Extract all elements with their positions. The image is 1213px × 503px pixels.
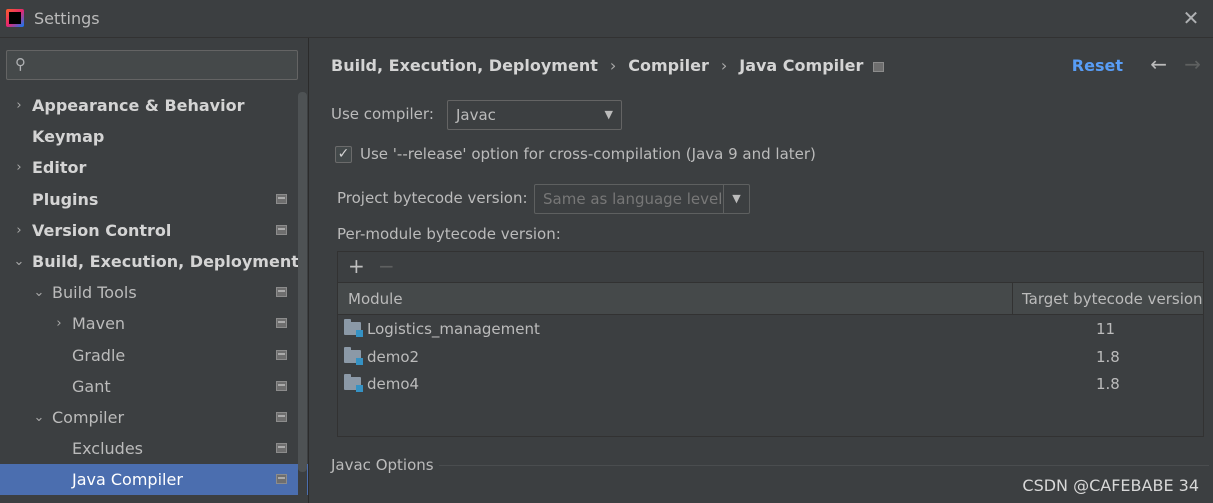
breadcrumb: Build, Execution, Deployment › Compiler › Ja…	[331, 56, 885, 75]
sidebar-item-version-control[interactable]: › Version Control	[0, 215, 296, 246]
table-row[interactable]: demo2 1.8	[338, 343, 1203, 371]
project-scope-icon	[276, 318, 287, 329]
sidebar-item-label: Build Tools	[52, 283, 137, 303]
reset-button[interactable]: Reset	[1072, 56, 1123, 75]
chevron-down-icon[interactable]: ⌄	[32, 277, 46, 308]
remove-icon[interactable]: −	[378, 254, 395, 278]
sidebar-item-label: Version Control	[32, 220, 172, 240]
target-version-cell[interactable]: 1.8	[1096, 343, 1120, 371]
chevron-right-icon[interactable]: ›	[12, 90, 26, 121]
breadcrumb-separator: ›	[720, 56, 728, 75]
settings-sidebar: ⚲ › Appearance & Behavior Keymap › Editor Plu…	[0, 38, 308, 503]
project-scope-icon	[276, 224, 287, 235]
project-scope-icon	[276, 349, 287, 360]
window-title: Settings	[34, 9, 100, 28]
use-compiler-select[interactable]: Javac ▼	[447, 100, 622, 130]
sidebar-item-label: Build, Execution, Deployment	[32, 252, 299, 271]
table-row[interactable]: demo4 1.8	[338, 370, 1203, 398]
javac-options-title: Javac Options	[331, 456, 434, 474]
breadcrumb-java-compiler: Java Compiler	[739, 56, 864, 75]
breadcrumb-compiler[interactable]: Compiler	[628, 56, 709, 75]
sidebar-item-label: Plugins	[32, 189, 99, 209]
chevron-down-icon: ▼	[604, 108, 613, 121]
sidebar-item-keymap[interactable]: Keymap	[0, 121, 296, 152]
sidebar-item-gant[interactable]: Gant	[0, 371, 296, 402]
table-header: Module Target bytecode version	[338, 283, 1203, 315]
close-button[interactable]: ✕	[1179, 6, 1203, 30]
checkmark-icon: ✓	[337, 146, 350, 162]
project-bytecode-select[interactable]: Same as language level ▼	[534, 184, 750, 214]
chevron-down-icon[interactable]: ⌄	[32, 402, 46, 433]
sidebar-item-appearance-behavior[interactable]: › Appearance & Behavior	[0, 90, 296, 121]
sidebar-item-label: Excludes	[72, 439, 144, 459]
project-scope-icon	[276, 412, 287, 422]
sidebar-item-excludes[interactable]: Excludes	[0, 433, 296, 464]
sidebar-item-gradle[interactable]: Gradle	[0, 340, 296, 371]
project-scope-icon	[276, 193, 287, 204]
use-compiler-label: Use compiler:	[331, 105, 434, 123]
sidebar-item-java-compiler[interactable]: Java Compiler	[0, 464, 308, 496]
module-folder-icon	[344, 374, 363, 392]
project-scope-icon	[276, 443, 287, 454]
sidebar-item-label: Compiler	[52, 408, 125, 427]
add-icon[interactable]: +	[348, 254, 365, 278]
column-header-target-version[interactable]: Target bytecode version	[1022, 283, 1203, 315]
project-scope-icon	[276, 287, 287, 298]
release-option-checkbox[interactable]: ✓	[335, 146, 352, 163]
chevron-right-icon[interactable]: ›	[52, 308, 66, 339]
sidebar-item-plugins[interactable]: Plugins	[0, 184, 296, 215]
project-bytecode-label: Project bytecode version:	[337, 189, 528, 207]
table-toolbar: + −	[338, 252, 1203, 283]
search-icon: ⚲	[15, 55, 26, 73]
project-scope-icon	[873, 61, 885, 72]
sidebar-item-label: Gant	[72, 376, 111, 396]
sidebar-item-compiler[interactable]: ⌄ Compiler	[0, 402, 296, 433]
per-module-label: Per-module bytecode version:	[337, 225, 561, 243]
sidebar-scrollbar-thumb[interactable]	[298, 92, 307, 472]
watermark: CSDN @CAFEBABE 34	[1022, 476, 1199, 495]
per-module-table: + − Module Target bytecode version Logis…	[337, 251, 1204, 437]
chevron-right-icon[interactable]: ›	[12, 152, 26, 183]
sidebar-item-maven[interactable]: › Maven	[0, 308, 296, 339]
column-divider[interactable]	[1012, 283, 1013, 315]
module-folder-icon	[344, 319, 363, 337]
sidebar-item-label: Java Compiler	[72, 470, 183, 490]
forward-arrow-icon[interactable]: →	[1184, 52, 1201, 76]
chevron-down-icon: ▼	[723, 185, 749, 213]
module-name-cell: Logistics_management	[367, 320, 540, 338]
chevron-down-icon[interactable]: ⌄	[12, 246, 26, 277]
target-version-cell[interactable]: 11	[1096, 315, 1115, 343]
search-input[interactable]: ⚲	[6, 50, 298, 80]
project-bytecode-value: Same as language level	[543, 190, 723, 208]
sidebar-item-label: Gradle	[72, 345, 126, 365]
breadcrumb-build-execution-deployment[interactable]: Build, Execution, Deployment	[331, 56, 598, 75]
project-scope-icon	[276, 474, 287, 485]
title-bar: Settings ✕	[0, 0, 1213, 38]
use-compiler-value: Javac	[456, 106, 496, 124]
module-folder-icon	[344, 346, 363, 365]
sidebar-item-build-tools[interactable]: ⌄ Build Tools	[0, 277, 296, 308]
sidebar-item-label: Maven	[72, 314, 126, 334]
settings-content: Build, Execution, Deployment › Compiler › Ja…	[308, 38, 1213, 503]
project-scope-icon	[276, 380, 287, 391]
back-arrow-icon[interactable]: ←	[1150, 52, 1167, 76]
intellij-logo-icon	[6, 9, 24, 27]
sidebar-item-label: Editor	[32, 158, 87, 178]
section-divider	[439, 465, 1209, 466]
column-header-module[interactable]: Module	[348, 283, 403, 315]
sidebar-item-label: Appearance & Behavior	[32, 96, 245, 115]
sidebar-item-editor[interactable]: › Editor	[0, 152, 296, 183]
module-name-cell: demo4	[367, 375, 420, 393]
table-row[interactable]: Logistics_management 11	[338, 315, 1203, 343]
module-name-cell: demo2	[367, 347, 420, 366]
target-version-cell[interactable]: 1.8	[1096, 370, 1120, 398]
breadcrumb-separator: ›	[609, 56, 617, 75]
sidebar-item-build-execution-deployment[interactable]: ⌄ Build, Execution, Deployment	[0, 246, 299, 277]
chevron-right-icon[interactable]: ›	[12, 215, 26, 246]
sidebar-item-label: Keymap	[32, 127, 105, 147]
release-option-label[interactable]: Use '--release' option for cross-compila…	[360, 145, 816, 163]
close-icon: ✕	[1182, 6, 1200, 30]
